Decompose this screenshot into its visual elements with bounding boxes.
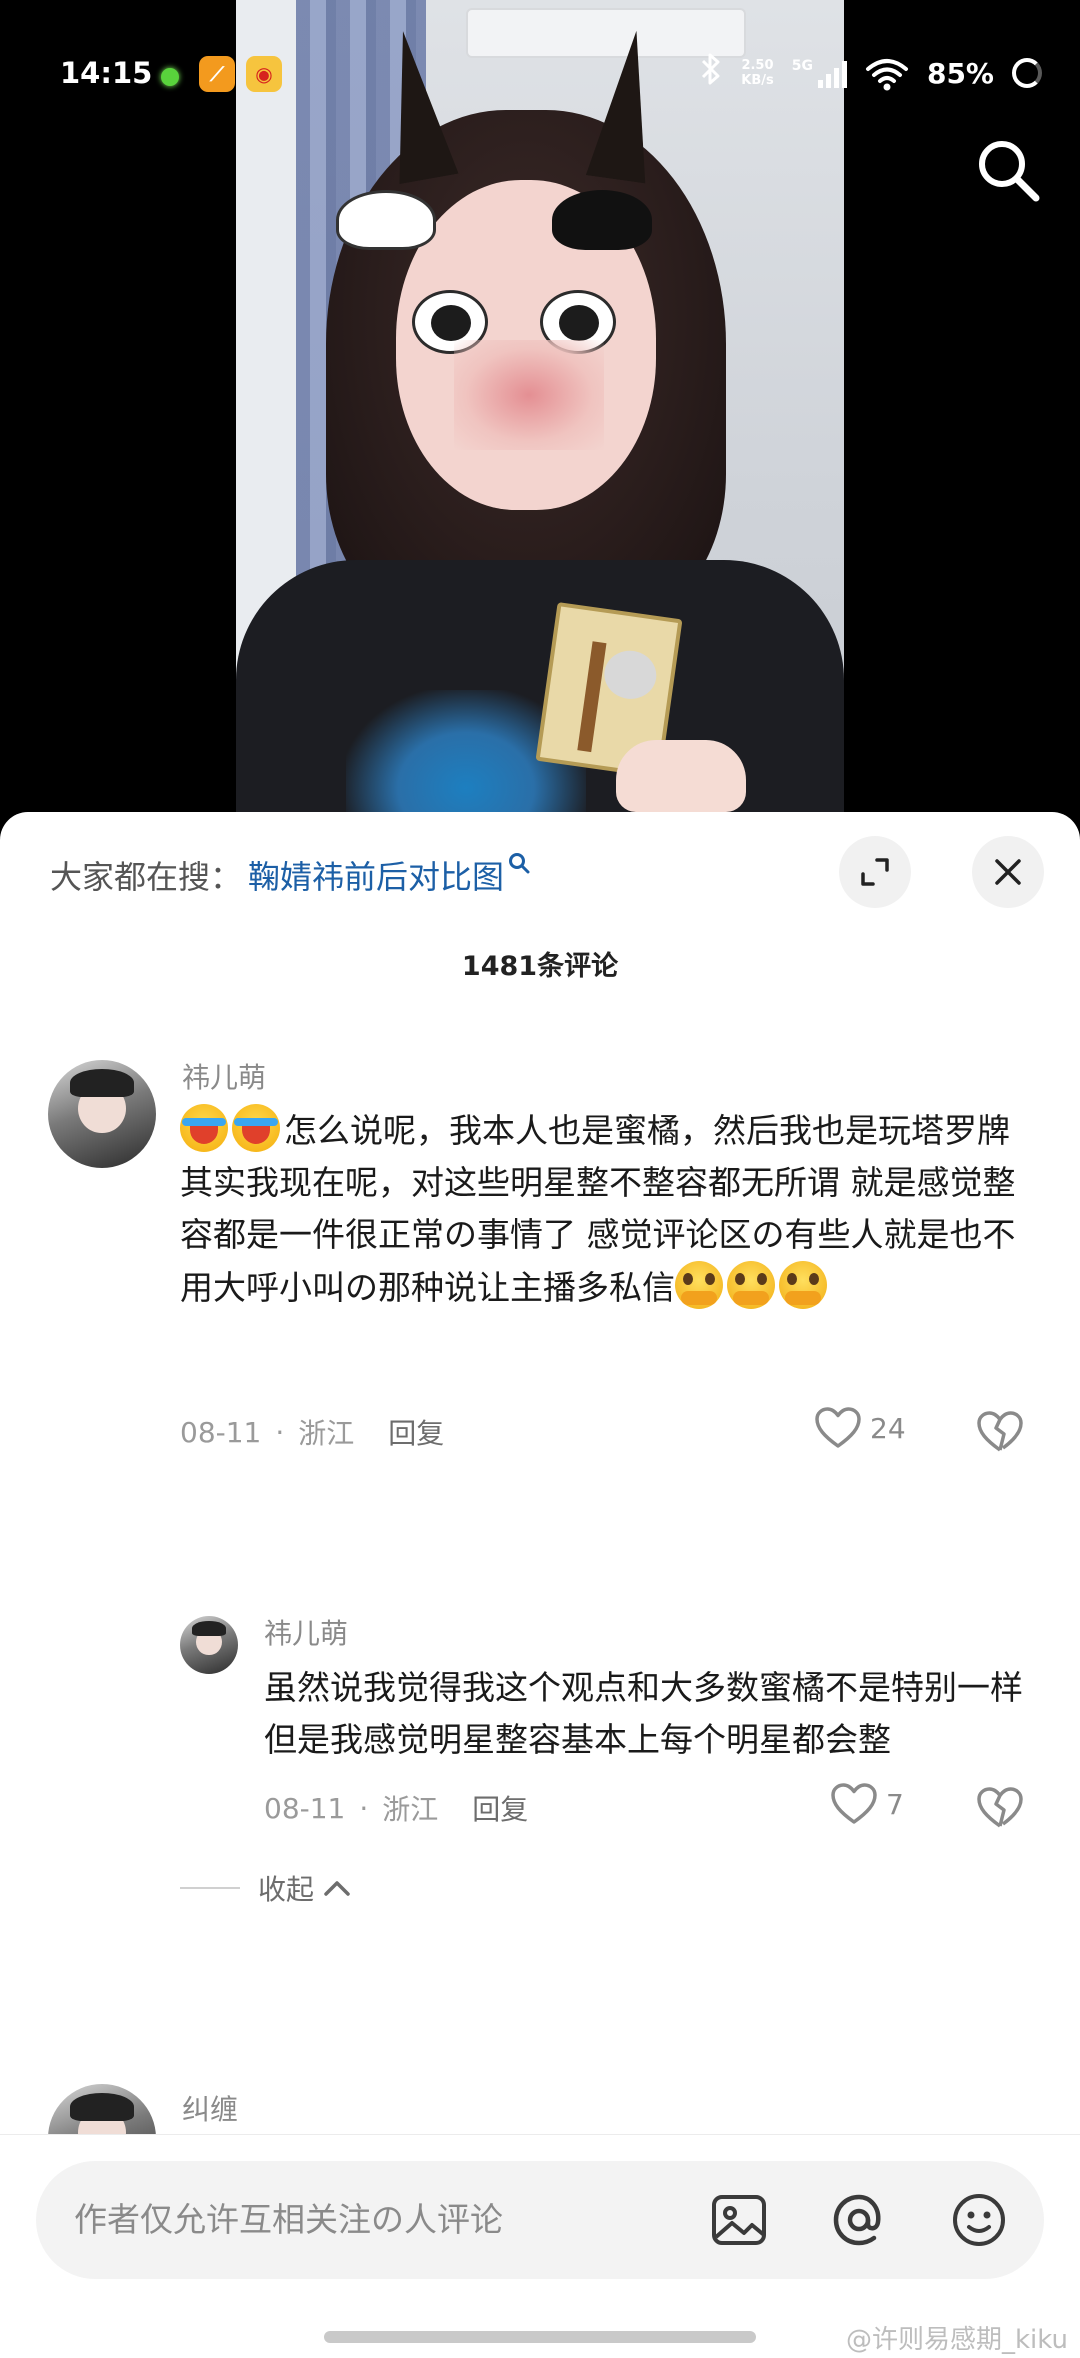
separator: · (275, 1415, 285, 1449)
search-small-icon (508, 852, 530, 880)
dislike-button[interactable] (976, 1786, 1024, 1834)
collapse-divider (180, 1887, 240, 1889)
video-frame (236, 0, 844, 812)
home-indicator[interactable] (324, 2331, 756, 2343)
dislike-button[interactable] (976, 1410, 1024, 1458)
comments-sheet: 大家都在搜： 鞠婧祎前后对比图 1481条评论 祎儿萌 怎么说呢，我本人也是蜜橘… (0, 812, 1080, 2358)
avatar[interactable] (180, 1616, 238, 1674)
like-button[interactable]: 24 (814, 1406, 906, 1450)
like-count: 24 (870, 1411, 906, 1445)
comment-count: 1481条评论 (461, 951, 619, 982)
image-button[interactable] (708, 2189, 770, 2251)
like-count: 7 (886, 1787, 904, 1821)
comment-body: 怎么说呢，我本人也是蜜橘，然后我也是玩塔罗牌 其实我现在呢，对这些明星整不整容都… (180, 1111, 1043, 1307)
chevron-up-icon (324, 1881, 350, 1896)
collapse-replies-button[interactable]: 收起 (180, 1868, 352, 1908)
reply-meta: 08-11 · 浙江 回复 (264, 1788, 528, 1828)
comment-author[interactable]: 祎儿萌 (182, 1056, 266, 1096)
like-button[interactable]: 7 (830, 1782, 904, 1826)
reply-date: 08-11 (264, 1791, 346, 1825)
active-indicator-icon (161, 68, 179, 86)
video-person-hand (616, 740, 746, 812)
comment-meta: 08-11 · 浙江 回复 (180, 1412, 444, 1452)
broken-heart-icon (977, 1411, 1023, 1452)
mention-button[interactable] (828, 2189, 890, 2251)
close-icon (995, 859, 1021, 885)
emoji-button[interactable] (948, 2189, 1010, 2251)
image-icon (712, 2195, 766, 2245)
battery-icon (1012, 58, 1042, 88)
comment-author[interactable]: 纠缠 (182, 2088, 238, 2128)
status-bar: 14:15 ⟋ ◉ 2.50 KB/s 5G 85% (0, 42, 1080, 112)
network-speed: 2.50 KB/s (741, 58, 773, 88)
reply-author[interactable]: 祎儿萌 (264, 1612, 348, 1652)
expand-icon (861, 858, 889, 886)
bluetooth-icon (699, 52, 723, 94)
filter-blur (454, 340, 604, 450)
avatar[interactable] (48, 1060, 156, 1168)
filter-wing-black (552, 190, 652, 250)
cellular-signal-icon: 5G (792, 58, 847, 88)
comment-input-placeholder: 作者仅允许互相关注の人评论 (74, 2200, 503, 2239)
reply-button[interactable]: 回复 (472, 1788, 528, 1828)
hot-search-label: 大家都在搜： (50, 858, 243, 896)
emoji-crying-icon (180, 1104, 228, 1152)
network-speed-value: 2.50 (741, 58, 774, 73)
comment-text: 怎么说呢，我本人也是蜜橘，然后我也是玩塔罗牌 其实我现在呢，对这些明星整不整容都… (180, 1104, 1043, 1314)
at-icon (833, 2194, 881, 2246)
collapse-label: 收起 (258, 1873, 315, 1906)
comment-input[interactable]: 作者仅允许互相关注の人评论 (36, 2161, 1044, 2279)
reply-location: 浙江 (382, 1793, 439, 1826)
wifi-icon (865, 57, 909, 91)
reply-button[interactable]: 回复 (388, 1412, 444, 1452)
app-notification-icon: ⟋ (199, 56, 235, 92)
network-type: 5G (791, 58, 813, 74)
broken-heart-icon (977, 1787, 1023, 1828)
search-icon (979, 141, 1040, 202)
comment-location: 浙江 (298, 1417, 355, 1450)
comment-input-bar: 作者仅允许互相关注の人评论 @许则易感期_kiku (0, 2134, 1080, 2358)
emoji-holding-tears-icon (779, 1261, 827, 1309)
emoji-holding-tears-icon (675, 1261, 723, 1309)
filter-wing-white (336, 190, 436, 250)
heart-icon (831, 1783, 877, 1824)
emoji-holding-tears-icon (727, 1261, 775, 1309)
separator: · (359, 1791, 369, 1825)
video-player[interactable] (0, 0, 1080, 812)
status-icons: 2.50 KB/s 5G 85% (699, 52, 1042, 94)
heart-icon (815, 1407, 861, 1448)
network-speed-unit: KB/s (741, 73, 774, 88)
status-time: 14:15 (60, 56, 153, 90)
expand-button[interactable] (839, 836, 911, 908)
hot-search-term[interactable]: 鞠婧祎前后对比图 (248, 852, 504, 898)
smiley-icon (953, 2194, 1005, 2246)
weibo-notification-icon: ◉ (246, 56, 282, 92)
watermark: @许则易感期_kiku (845, 2325, 1068, 2355)
close-button[interactable] (972, 836, 1044, 908)
comment-date: 08-11 (180, 1415, 262, 1449)
battery-level: 85% (926, 56, 994, 90)
reply-text: 虽然说我觉得我这个观点和大多数蜜橘不是特别一样 但是我感觉明星整容基本上每个明星… (264, 1668, 1023, 1759)
hot-search[interactable]: 大家都在搜： 鞠婧祎前后对比图 (50, 852, 530, 898)
emoji-crying-icon (232, 1104, 280, 1152)
video-search-button[interactable] (972, 134, 1044, 206)
